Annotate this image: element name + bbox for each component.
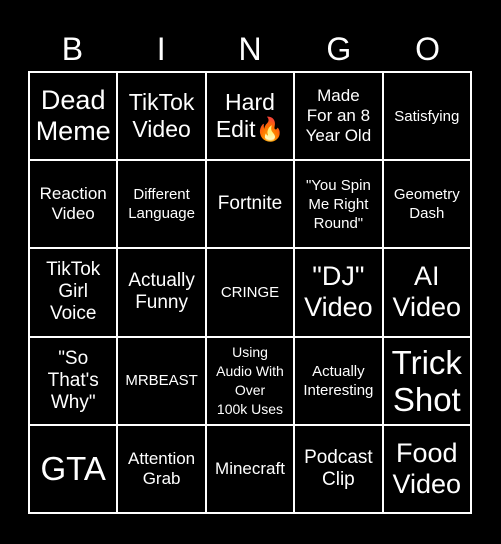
- bingo-cell-label: Actually Interesting: [303, 362, 374, 399]
- bingo-cell-g1[interactable]: Made For an 8 Year Old: [295, 73, 382, 160]
- bingo-cell-label: MRBEAST: [125, 372, 198, 390]
- bingo-cell-label: Trick Shot: [391, 343, 462, 418]
- bingo-cell-o3[interactable]: AI Video: [383, 249, 470, 336]
- bingo-cell-i2[interactable]: Different Language: [118, 161, 205, 248]
- bingo-cell-g2[interactable]: "You Spin Me Right Round": [295, 161, 382, 248]
- bingo-board: Dead Meme TikTok Video Hard Edit🔥 Made For …: [28, 71, 472, 514]
- bingo-cell-i1[interactable]: TikTok Video: [118, 73, 205, 160]
- bingo-cell-label: Food Video: [392, 437, 462, 499]
- bingo-cell-o2[interactable]: Geometry Dash: [383, 161, 470, 248]
- header-letter-n: N: [238, 31, 262, 67]
- bingo-cell-b2[interactable]: Reaction Video: [30, 161, 117, 248]
- bingo-cell-label: Different Language: [128, 186, 195, 223]
- bingo-cell-label: Dead Meme: [35, 85, 111, 147]
- bingo-cell-label: "You Spin Me Right Round": [305, 176, 371, 232]
- bingo-cell-b5[interactable]: GTA: [30, 425, 117, 512]
- bingo-cell-b4[interactable]: "So That's Why": [30, 337, 117, 424]
- bingo-cell-label: Satisfying: [394, 107, 460, 125]
- header-letter-b: B: [61, 31, 84, 67]
- bingo-cell-label: Podcast Clip: [304, 446, 373, 490]
- bingo-cell-label: Minecraft: [215, 458, 285, 478]
- bingo-cell-i4[interactable]: MRBEAST: [118, 337, 205, 424]
- header-letter-g: G: [326, 31, 352, 67]
- bingo-cell-b1[interactable]: Dead Meme: [30, 73, 117, 160]
- bingo-cell-label: Using Audio With Over 100k Uses: [216, 343, 284, 417]
- bingo-cell-n1[interactable]: Hard Edit🔥: [206, 73, 294, 160]
- bingo-cell-label: Attention Grab: [128, 448, 196, 488]
- bingo-cell-i3[interactable]: Actually Funny: [118, 249, 205, 336]
- bingo-cell-label: Geometry Dash: [393, 186, 460, 223]
- bingo-header: B I N G O: [28, 28, 472, 70]
- bingo-cell-label: "DJ" Video: [304, 261, 373, 323]
- bingo-cell-label: Actually Funny: [128, 270, 195, 314]
- bingo-cell-label: AI Video: [392, 261, 462, 323]
- bingo-cell-n3[interactable]: CRINGE: [206, 249, 294, 336]
- bingo-cell-g4[interactable]: Actually Interesting: [295, 337, 382, 424]
- bingo-cell-n5[interactable]: Minecraft: [206, 425, 294, 512]
- bingo-cell-n2[interactable]: Fortnite: [206, 161, 294, 248]
- bingo-cell-g3[interactable]: "DJ" Video: [295, 249, 382, 336]
- bingo-cell-o1[interactable]: Satisfying: [383, 73, 470, 160]
- bingo-cell-n4[interactable]: Using Audio With Over 100k Uses: [206, 337, 294, 424]
- bingo-cell-label: Made For an 8 Year Old: [305, 86, 372, 146]
- bingo-cell-b3[interactable]: TikTok Girl Voice: [30, 249, 117, 336]
- bingo-cell-label: Reaction Video: [39, 184, 107, 224]
- bingo-cell-o4[interactable]: Trick Shot: [383, 337, 470, 424]
- bingo-cell-label: Fortnite: [217, 193, 283, 215]
- bingo-cell-label: "So That's Why": [47, 347, 99, 413]
- bingo-cell-label: TikTok Girl Voice: [46, 259, 101, 325]
- bingo-cell-label: TikTok Video: [128, 89, 195, 143]
- bingo-cell-label: GTA: [40, 450, 106, 488]
- header-letter-o: O: [415, 31, 441, 67]
- bingo-cell-label: CRINGE: [220, 283, 280, 301]
- bingo-cell-g5[interactable]: Podcast Clip: [295, 425, 382, 512]
- bingo-cell-o5[interactable]: Food Video: [383, 425, 470, 512]
- bingo-cell-label: Hard Edit🔥: [215, 89, 285, 143]
- header-letter-i: I: [156, 31, 166, 67]
- bingo-cell-i5[interactable]: Attention Grab: [118, 425, 205, 512]
